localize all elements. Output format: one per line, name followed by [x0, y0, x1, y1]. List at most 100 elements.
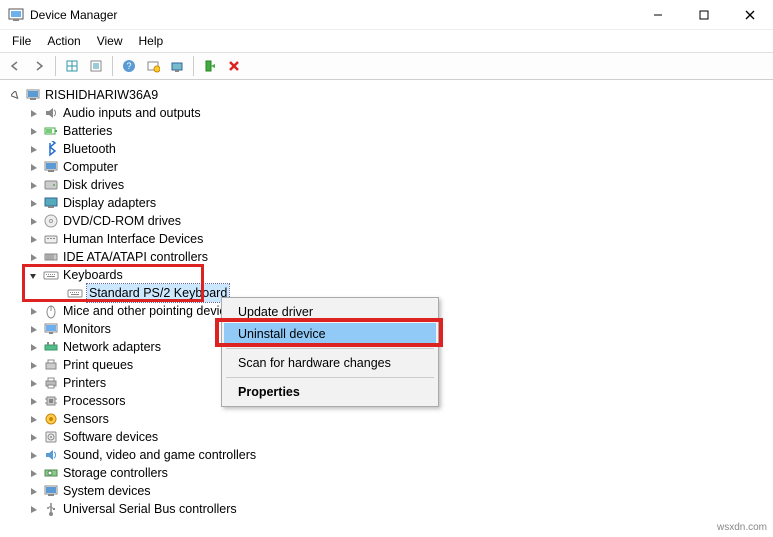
- ide-icon: [42, 249, 60, 265]
- menu-view[interactable]: View: [89, 32, 131, 50]
- expand-icon[interactable]: [26, 430, 40, 444]
- usb-icon: [42, 501, 60, 517]
- tree-node-label: Storage controllers: [63, 464, 168, 482]
- highlight-box-keyboards: [22, 264, 204, 302]
- ctx-scan-hardware[interactable]: Scan for hardware changes: [224, 352, 436, 374]
- expand-icon[interactable]: [26, 250, 40, 264]
- menu-bar: File Action View Help: [0, 30, 773, 52]
- audio-icon: [42, 105, 60, 121]
- tree-node[interactable]: Computer: [4, 158, 769, 176]
- tree-node-label: Audio inputs and outputs: [63, 104, 201, 122]
- watermark: wsxdn.com: [717, 522, 767, 533]
- expand-icon[interactable]: [26, 484, 40, 498]
- expand-icon[interactable]: [26, 214, 40, 228]
- expand-icon[interactable]: [26, 412, 40, 426]
- mouse-icon: [42, 303, 60, 319]
- computer-icon: [24, 87, 42, 103]
- toolbar-separator: [193, 56, 194, 76]
- scan-button[interactable]: [142, 55, 164, 77]
- dvd-icon: [42, 213, 60, 229]
- tree-node-label: Print queues: [63, 356, 133, 374]
- enable-device-button[interactable]: [199, 55, 221, 77]
- tree-node[interactable]: Sound, video and game controllers: [4, 446, 769, 464]
- tree-node-label: Network adapters: [63, 338, 161, 356]
- system-icon: [42, 483, 60, 499]
- toolbar-separator: [112, 56, 113, 76]
- properties-button[interactable]: [85, 55, 107, 77]
- tree-node[interactable]: Storage controllers: [4, 464, 769, 482]
- tree-node[interactable]: DVD/CD-ROM drives: [4, 212, 769, 230]
- battery-icon: [42, 123, 60, 139]
- tree-node-label: Bluetooth: [63, 140, 116, 158]
- minimize-button[interactable]: [635, 0, 681, 30]
- tree-node-label: Display adapters: [63, 194, 156, 212]
- menu-file[interactable]: File: [4, 32, 39, 50]
- update-driver-button[interactable]: [166, 55, 188, 77]
- expand-icon[interactable]: [26, 358, 40, 372]
- uninstall-button[interactable]: [223, 55, 245, 77]
- tree-root[interactable]: RISHIDHARIW36A9: [4, 86, 769, 104]
- menu-help[interactable]: Help: [131, 32, 172, 50]
- help-button[interactable]: ?: [118, 55, 140, 77]
- ctx-uninstall-device[interactable]: Uninstall device: [224, 323, 436, 345]
- expand-icon[interactable]: [26, 394, 40, 408]
- expand-icon[interactable]: [26, 178, 40, 192]
- forward-button[interactable]: [28, 55, 50, 77]
- ctx-update-driver[interactable]: Update driver: [224, 301, 436, 323]
- expand-icon[interactable]: [26, 322, 40, 336]
- expand-icon[interactable]: [26, 448, 40, 462]
- maximize-button[interactable]: [681, 0, 727, 30]
- expand-icon[interactable]: [26, 142, 40, 156]
- tree-node[interactable]: System devices: [4, 482, 769, 500]
- tree-node-label: Computer: [63, 158, 118, 176]
- tree-node[interactable]: Universal Serial Bus controllers: [4, 500, 769, 518]
- tree-node[interactable]: Sensors: [4, 410, 769, 428]
- tree-node-label: DVD/CD-ROM drives: [63, 212, 181, 230]
- back-button[interactable]: [4, 55, 26, 77]
- expand-icon[interactable]: [8, 88, 22, 102]
- expand-icon[interactable]: [26, 196, 40, 210]
- tree-node[interactable]: Audio inputs and outputs: [4, 104, 769, 122]
- sensor-icon: [42, 411, 60, 427]
- tree-node[interactable]: Batteries: [4, 122, 769, 140]
- processor-icon: [42, 393, 60, 409]
- context-menu: Update driver Uninstall device Scan for …: [221, 297, 439, 407]
- bluetooth-icon: [42, 141, 60, 157]
- expand-icon[interactable]: [26, 502, 40, 516]
- hid-icon: [42, 231, 60, 247]
- computer-icon: [42, 159, 60, 175]
- ctx-properties[interactable]: Properties: [224, 381, 436, 403]
- expand-icon[interactable]: [26, 304, 40, 318]
- storage-icon: [42, 465, 60, 481]
- monitor-icon: [42, 321, 60, 337]
- tree-node-label: System devices: [63, 482, 151, 500]
- tree-node-label: Sound, video and game controllers: [63, 446, 256, 464]
- software-icon: [42, 429, 60, 445]
- tree-node-label: Processors: [63, 392, 126, 410]
- show-hidden-button[interactable]: [61, 55, 83, 77]
- tree-node[interactable]: Disk drives: [4, 176, 769, 194]
- expand-icon[interactable]: [26, 160, 40, 174]
- expand-icon[interactable]: [26, 124, 40, 138]
- toolbar: ?: [0, 52, 773, 80]
- expand-icon[interactable]: [26, 232, 40, 246]
- tree-node[interactable]: Software devices: [4, 428, 769, 446]
- tree-node[interactable]: Bluetooth: [4, 140, 769, 158]
- expand-icon[interactable]: [26, 376, 40, 390]
- tree-node[interactable]: Human Interface Devices: [4, 230, 769, 248]
- tree-node-label: Sensors: [63, 410, 109, 428]
- expand-icon[interactable]: [26, 466, 40, 480]
- tree-node-label: Software devices: [63, 428, 158, 446]
- disk-icon: [42, 177, 60, 193]
- context-menu-separator: [226, 348, 434, 349]
- menu-action[interactable]: Action: [39, 32, 88, 50]
- tree-node-label: Disk drives: [63, 176, 124, 194]
- app-icon: [8, 7, 24, 23]
- close-button[interactable]: [727, 0, 773, 30]
- tree-node-label: Human Interface Devices: [63, 230, 203, 248]
- expand-icon[interactable]: [26, 340, 40, 354]
- network-icon: [42, 339, 60, 355]
- expand-icon[interactable]: [26, 106, 40, 120]
- tree-node[interactable]: Display adapters: [4, 194, 769, 212]
- sound-icon: [42, 447, 60, 463]
